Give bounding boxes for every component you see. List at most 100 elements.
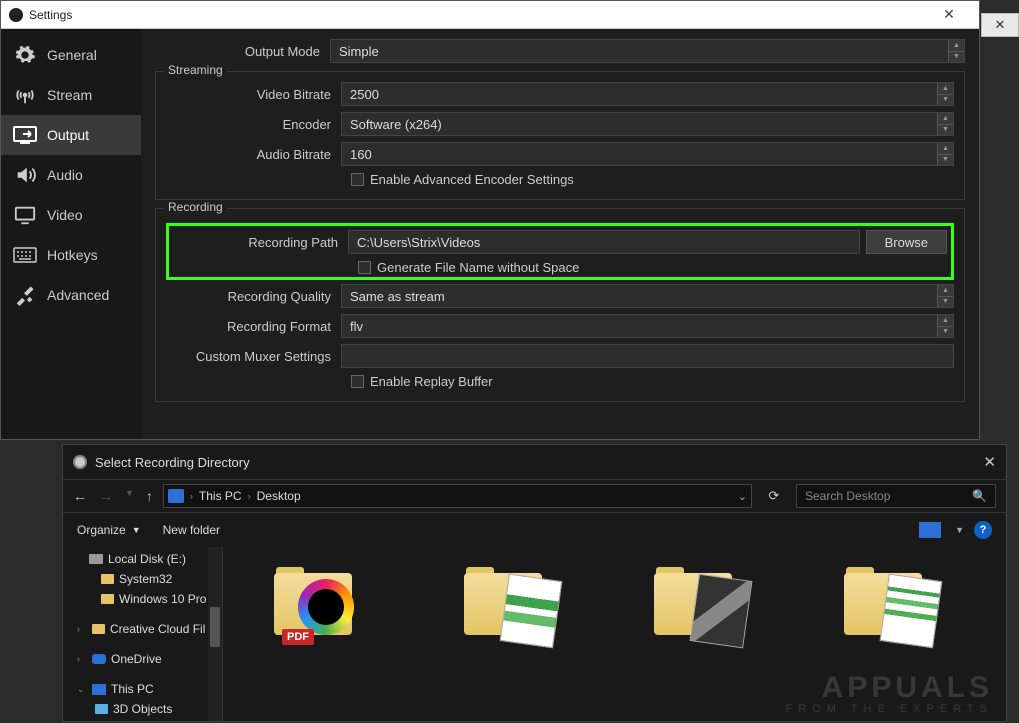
folder-icon (101, 574, 114, 584)
scrollbar-thumb[interactable] (210, 607, 220, 647)
muxer-input[interactable] (341, 344, 954, 368)
sidebar-label: Audio (47, 167, 83, 183)
breadcrumb-root[interactable]: This PC (199, 489, 242, 503)
breadcrumb-leaf[interactable]: Desktop (257, 489, 301, 503)
nav-forward-button[interactable]: → (99, 488, 113, 504)
sidebar-label: Stream (47, 87, 92, 103)
file-picker-dialog: Select Recording Directory ✕ ← → ▼ ↑ › T… (62, 444, 1007, 722)
sidebar-item-audio[interactable]: Audio (1, 155, 141, 195)
advanced-encoder-label: Enable Advanced Encoder Settings (370, 172, 574, 187)
recording-format-select[interactable]: flv▲▼ (341, 314, 954, 338)
tree-item-folder[interactable]: 3D Objects (63, 699, 222, 719)
disk-icon (89, 554, 103, 564)
picker-title: Select Recording Directory (95, 455, 975, 470)
search-placeholder: Search Desktop (805, 489, 890, 503)
nav-recent-button[interactable]: ▼ (125, 488, 134, 504)
help-icon[interactable]: ? (974, 521, 992, 539)
tree-scrollbar[interactable] (208, 547, 222, 721)
recording-path-input[interactable]: C:\Users\Strix\Videos (348, 230, 860, 254)
folder-icon (101, 594, 114, 604)
sidebar-label: Video (47, 207, 83, 223)
cloud-icon (92, 654, 106, 664)
folder-icon (95, 704, 108, 714)
nav-back-button[interactable]: ← (73, 488, 87, 504)
folder-item[interactable]: PDF (253, 567, 383, 647)
chevron-right-icon: › (248, 491, 251, 501)
background-close-button[interactable]: ✕ (981, 13, 1019, 37)
tree-item-folder[interactable]: ›Creative Cloud Fil (63, 619, 222, 639)
folder-item[interactable] (443, 567, 573, 647)
monitor-icon (13, 203, 37, 227)
new-folder-button[interactable]: New folder (163, 523, 220, 537)
chevron-right-icon[interactable]: › (77, 654, 87, 664)
replay-buffer-label: Enable Replay Buffer (370, 374, 493, 389)
sidebar-label: Advanced (47, 287, 109, 303)
advanced-encoder-checkbox[interactable] (351, 173, 364, 186)
encoder-select[interactable]: Software (x264)▲▼ (341, 112, 954, 136)
sidebar-item-general[interactable]: General (1, 35, 141, 75)
replay-buffer-checkbox[interactable] (351, 375, 364, 388)
search-input[interactable]: Search Desktop 🔍 (796, 484, 996, 508)
sidebar-item-advanced[interactable]: Advanced (1, 275, 141, 315)
chevron-down-icon[interactable]: ▼ (955, 525, 964, 535)
gen-filename-checkbox[interactable] (358, 261, 371, 274)
recording-quality-label: Recording Quality (166, 289, 341, 304)
refresh-button[interactable]: ⟳ (762, 484, 786, 508)
encoder-label: Encoder (166, 117, 341, 132)
picker-navbar: ← → ▼ ↑ › This PC › Desktop ⌄ ⟳ Search D… (63, 479, 1006, 513)
tree-item-thispc[interactable]: ⌄This PC (63, 679, 222, 699)
titlebar: Settings ✕ (1, 1, 979, 29)
pc-icon (168, 489, 184, 503)
folder-item[interactable] (823, 567, 953, 647)
nav-up-button[interactable]: ↑ (146, 488, 153, 504)
output-icon (13, 123, 37, 147)
pc-icon (92, 684, 106, 695)
streaming-group: Streaming Video Bitrate 2500▲▼ Encoder S… (155, 71, 965, 200)
speaker-icon (13, 163, 37, 187)
video-bitrate-input[interactable]: 2500▲▼ (341, 82, 954, 106)
tree-item-disk[interactable]: Local Disk (E:) (63, 549, 222, 569)
folder-icon (92, 624, 105, 634)
folder-item[interactable] (633, 567, 763, 647)
window-title: Settings (29, 8, 927, 22)
chevron-right-icon[interactable]: › (77, 624, 87, 634)
audio-bitrate-label: Audio Bitrate (166, 147, 341, 162)
streaming-legend: Streaming (164, 63, 227, 77)
sidebar-item-hotkeys[interactable]: Hotkeys (1, 235, 141, 275)
antenna-icon (13, 83, 37, 107)
output-mode-select[interactable]: Simple▲▼ (330, 39, 965, 63)
sidebar-item-video[interactable]: Video (1, 195, 141, 235)
chevron-right-icon: › (190, 491, 193, 501)
picker-close-button[interactable]: ✕ (983, 453, 996, 471)
chevron-down-icon: ▼ (132, 525, 141, 535)
sidebar-item-output[interactable]: Output (1, 115, 141, 155)
output-mode-label: Output Mode (155, 44, 330, 59)
settings-sidebar: General Stream Output Audio Video Hotkey… (1, 29, 141, 439)
sidebar-label: General (47, 47, 97, 63)
muxer-label: Custom Muxer Settings (166, 349, 341, 364)
picker-titlebar: Select Recording Directory ✕ (63, 445, 1006, 479)
recording-path-highlight: Recording Path C:\Users\Strix\Videos Bro… (166, 223, 954, 280)
settings-content: Output Mode Simple▲▼ Streaming Video Bit… (141, 29, 979, 439)
recording-quality-select[interactable]: Same as stream▲▼ (341, 284, 954, 308)
gear-icon (13, 43, 37, 67)
recording-format-label: Recording Format (166, 319, 341, 334)
obs-logo-icon (9, 8, 23, 22)
audio-bitrate-select[interactable]: 160▲▼ (341, 142, 954, 166)
recording-group: Recording Recording Path C:\Users\Strix\… (155, 208, 965, 402)
chevron-down-icon[interactable]: ⌄ (77, 684, 87, 695)
browse-button[interactable]: Browse (866, 230, 947, 254)
tree-item-onedrive[interactable]: ›OneDrive (63, 649, 222, 669)
keyboard-icon (13, 243, 37, 267)
organize-button[interactable]: Organize ▼ (77, 523, 141, 537)
window-close-button[interactable]: ✕ (927, 6, 971, 23)
folder-tree: Local Disk (E:) System32 Windows 10 Pro … (63, 547, 223, 721)
breadcrumb-bar[interactable]: › This PC › Desktop ⌄ (163, 484, 752, 508)
recording-path-label: Recording Path (173, 235, 348, 250)
tree-item-folder[interactable]: Windows 10 Pro (63, 589, 222, 609)
breadcrumb-dropdown-icon[interactable]: ⌄ (738, 490, 747, 503)
obs-logo-icon (73, 455, 87, 469)
view-options-button[interactable] (919, 522, 941, 538)
tree-item-folder[interactable]: System32 (63, 569, 222, 589)
sidebar-item-stream[interactable]: Stream (1, 75, 141, 115)
